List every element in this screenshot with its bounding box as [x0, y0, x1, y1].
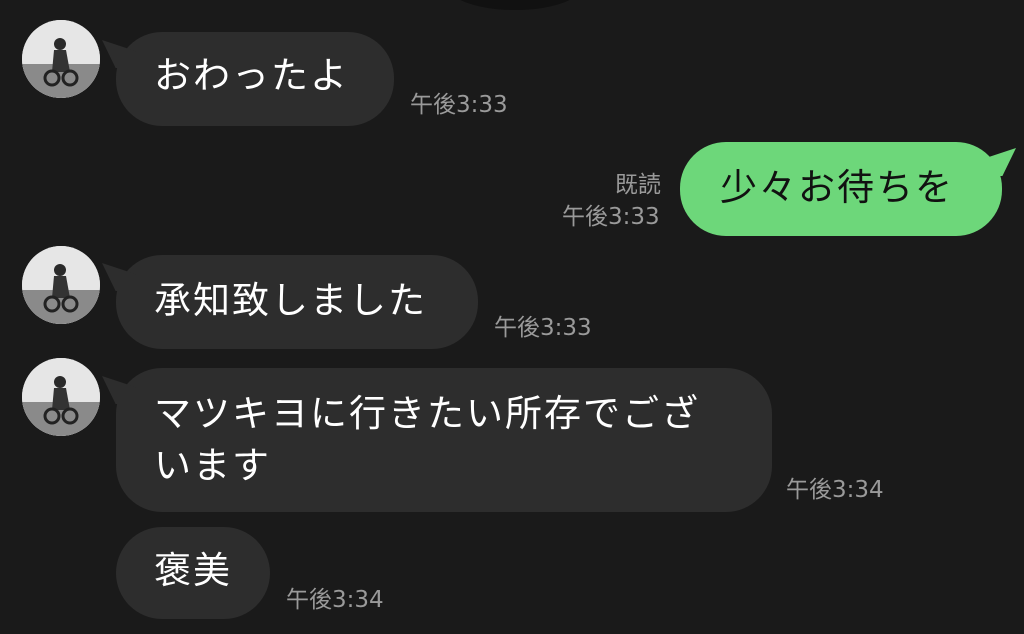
- message-text: 褒美: [154, 549, 232, 592]
- message-bubble[interactable]: 承知致しました: [116, 255, 478, 349]
- message-bubble[interactable]: 褒美: [116, 527, 270, 619]
- message-text: 少々お待ちを: [720, 166, 954, 209]
- message-bubble[interactable]: おわったよ: [116, 32, 394, 126]
- read-receipt: 既読: [615, 172, 661, 198]
- message-timestamp: 午後3:33: [562, 204, 660, 230]
- avatar-icon: [22, 20, 100, 98]
- avatar[interactable]: [22, 20, 100, 98]
- chat-screen: おわったよ 午後3:33 既読 午後3:33 少々お待ちを 承知致しました 午後…: [0, 0, 1024, 634]
- avatar[interactable]: [22, 246, 100, 324]
- message-timestamp: 午後3:34: [786, 477, 884, 503]
- avatar[interactable]: [22, 358, 100, 436]
- message-timestamp: 午後3:34: [286, 587, 384, 613]
- avatar-icon: [22, 246, 100, 324]
- message-timestamp: 午後3:33: [494, 315, 592, 341]
- message-text: 承知致しました: [154, 279, 427, 322]
- avatar-icon: [22, 358, 100, 436]
- top-bubble-remnant: [450, 0, 580, 10]
- message-text: マツキヨに行きたい所存でございます: [154, 392, 700, 487]
- message-timestamp: 午後3:33: [410, 92, 508, 118]
- message-bubble[interactable]: マツキヨに行きたい所存でございます: [116, 368, 772, 512]
- message-bubble-outgoing[interactable]: 少々お待ちを: [680, 142, 1002, 236]
- message-text: おわったよ: [154, 54, 349, 97]
